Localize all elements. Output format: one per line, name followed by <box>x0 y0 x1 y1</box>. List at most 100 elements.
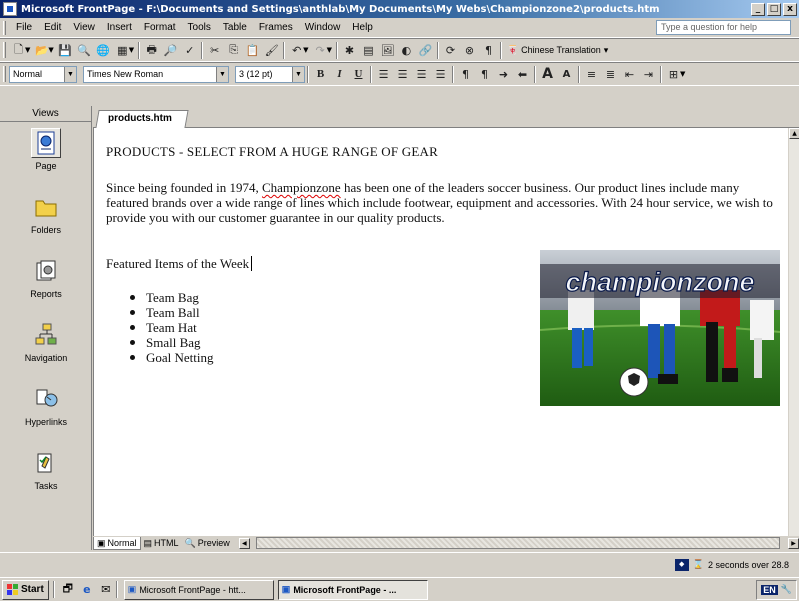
help-question-input[interactable]: Type a question for help <box>656 20 791 35</box>
tray-icon[interactable]: 🔧 <box>781 584 792 595</box>
outlook-express-icon[interactable]: ✉ <box>98 582 114 598</box>
chevron-down-icon: ▾ <box>603 44 609 55</box>
indent-icon[interactable]: ⇥ <box>639 65 658 84</box>
view-label-page: Page <box>35 161 57 171</box>
rtl-text-icon[interactable]: ¶ <box>475 65 494 84</box>
insert-table-icon[interactable]: ▤ <box>359 41 378 60</box>
championzone-logo-text: championzone <box>565 267 754 297</box>
page-editor[interactable]: PRODUCTS - SELECT FROM A HUGE RANGE OF G… <box>93 128 788 536</box>
internet-explorer-icon[interactable]: e <box>79 582 95 598</box>
web-component-icon[interactable]: ✱ <box>340 41 359 60</box>
bold-icon[interactable]: B <box>311 65 330 84</box>
spelling-icon[interactable]: ✓ <box>180 41 199 60</box>
underline-icon[interactable]: U <box>349 65 368 84</box>
maximize-button[interactable]: □ <box>767 2 781 16</box>
search-icon[interactable]: 🔍 <box>75 41 94 60</box>
menu-insert[interactable]: Insert <box>101 22 138 33</box>
undo-dropdown-icon[interactable]: ▼ <box>303 46 308 54</box>
vertical-scrollbar[interactable]: ▲ <box>788 128 799 536</box>
paste-icon[interactable]: 📋 <box>243 41 262 60</box>
publish-icon[interactable]: 🌐 <box>94 41 113 60</box>
font-size-select[interactable]: 3 (12 pt) ▼ <box>235 65 305 83</box>
scroll-up-icon[interactable]: ▲ <box>789 128 799 139</box>
list-item: Team Bag <box>130 290 214 305</box>
brand-name-misspelled: Championzone <box>261 180 341 195</box>
menu-help[interactable]: Help <box>346 22 379 33</box>
view-hyperlinks[interactable]: Hyperlinks <box>0 378 92 442</box>
toolbar-separator <box>138 41 141 59</box>
stop-icon[interactable]: ⊗ <box>460 41 479 60</box>
align-left-icon[interactable]: ☰ <box>374 65 393 84</box>
menu-view[interactable]: View <box>67 22 101 33</box>
cut-icon[interactable]: ✂ <box>205 41 224 60</box>
menu-window[interactable]: Window <box>299 22 347 33</box>
print-preview-icon[interactable]: 🔎 <box>161 41 180 60</box>
menu-frames[interactable]: Frames <box>253 22 299 33</box>
drawing-icon[interactable]: ◐ <box>397 41 416 60</box>
view-navigation[interactable]: Navigation <box>0 314 92 378</box>
language-indicator[interactable]: EN <box>761 584 778 595</box>
increase-font-size-icon[interactable]: A <box>538 65 557 84</box>
style-select[interactable]: Normal ▼ <box>9 65 77 83</box>
justify-icon[interactable]: ☰ <box>431 65 450 84</box>
page-heading: PRODUCTS - SELECT FROM A HUGE RANGE OF G… <box>106 144 438 159</box>
open-dropdown-icon[interactable]: ▼ <box>48 46 53 54</box>
scroll-left-icon[interactable]: ◀ <box>238 537 250 549</box>
increase-indent-arrow-icon[interactable]: ➜ <box>494 65 513 84</box>
show-desktop-icon[interactable]: 🗗 <box>60 582 76 598</box>
minimize-button[interactable]: _ <box>751 2 765 16</box>
borders-dropdown-icon[interactable]: ▼ <box>680 70 685 78</box>
print-icon[interactable]: 🖶 <box>142 41 161 60</box>
tab-normal[interactable]: ▣ Normal <box>93 536 141 550</box>
bullet-list-icon[interactable]: ≣ <box>601 65 620 84</box>
toolbar-separator <box>335 41 338 59</box>
align-center-icon[interactable]: ☰ <box>393 65 412 84</box>
show-all-icon[interactable]: ¶ <box>479 41 498 60</box>
menu-edit[interactable]: Edit <box>38 22 67 33</box>
views-bar: Views Page Folders Reports Navigation Hy… <box>0 106 92 550</box>
copy-icon[interactable]: ⎘ <box>224 41 243 60</box>
menu-format[interactable]: Format <box>138 22 182 33</box>
decrease-indent-arrow-icon[interactable]: ⬅ <box>513 65 532 84</box>
insert-hyperlink-icon[interactable]: 🔗 <box>416 41 435 60</box>
outdent-icon[interactable]: ⇤ <box>620 65 639 84</box>
chinese-translation-button[interactable]: 🀄 Chinese Translation ▾ <box>504 45 611 56</box>
insert-picture-icon[interactable]: 🖼 <box>378 41 397 60</box>
view-reports[interactable]: Reports <box>0 250 92 314</box>
window-title: Microsoft FrontPage - F:\Documents and S… <box>21 3 660 15</box>
task-frontpage-browser[interactable]: ▣ Microsoft FrontPage - htt... <box>123 579 274 600</box>
close-button[interactable]: x <box>783 2 797 16</box>
format-painter-icon[interactable]: 🖌 <box>262 41 281 60</box>
align-right-icon[interactable]: ☰ <box>412 65 431 84</box>
tab-preview[interactable]: 🔍 Preview <box>182 537 233 550</box>
numbered-list-icon[interactable]: ≡ <box>582 65 601 84</box>
preview-view-icon: 🔍 <box>184 538 196 548</box>
horizontal-scrollbar[interactable] <box>255 537 780 549</box>
views-header: Views <box>0 106 91 122</box>
championzone-banner-image[interactable]: championzone <box>540 250 780 406</box>
menu-tools[interactable]: Tools <box>182 22 217 33</box>
decrease-font-size-icon[interactable]: A <box>557 65 576 84</box>
font-select[interactable]: Times New Roman ▼ <box>83 65 229 83</box>
save-icon[interactable]: 💾 <box>56 41 75 60</box>
tab-products-htm-label: products.htm <box>108 113 172 124</box>
hyperlinks-icon <box>31 384 61 414</box>
pane-dropdown-icon[interactable]: ▼ <box>129 46 134 54</box>
new-dropdown-icon[interactable]: ▼ <box>25 46 30 54</box>
translation-icon: 🀄 <box>506 44 519 55</box>
menu-file[interactable]: File <box>10 22 38 33</box>
scroll-right-icon[interactable]: ▶ <box>788 537 799 549</box>
menu-table[interactable]: Table <box>217 22 253 33</box>
view-tasks[interactable]: Tasks <box>0 442 92 506</box>
toolbar-separator <box>452 65 454 83</box>
tab-html[interactable]: ▤ HTML <box>141 537 182 550</box>
view-page[interactable]: Page <box>0 122 92 186</box>
italic-icon[interactable]: I <box>330 65 349 84</box>
task-frontpage-active[interactable]: ▣ Microsoft FrontPage - ... <box>277 579 428 600</box>
view-folders[interactable]: Folders <box>0 186 92 250</box>
tab-products-htm[interactable]: products.htm <box>95 110 189 128</box>
start-button[interactable]: Start <box>2 579 49 600</box>
redo-dropdown-icon[interactable]: ▼ <box>327 46 332 54</box>
refresh-icon[interactable]: ⟳ <box>441 41 460 60</box>
ltr-text-icon[interactable]: ¶ <box>456 65 475 84</box>
